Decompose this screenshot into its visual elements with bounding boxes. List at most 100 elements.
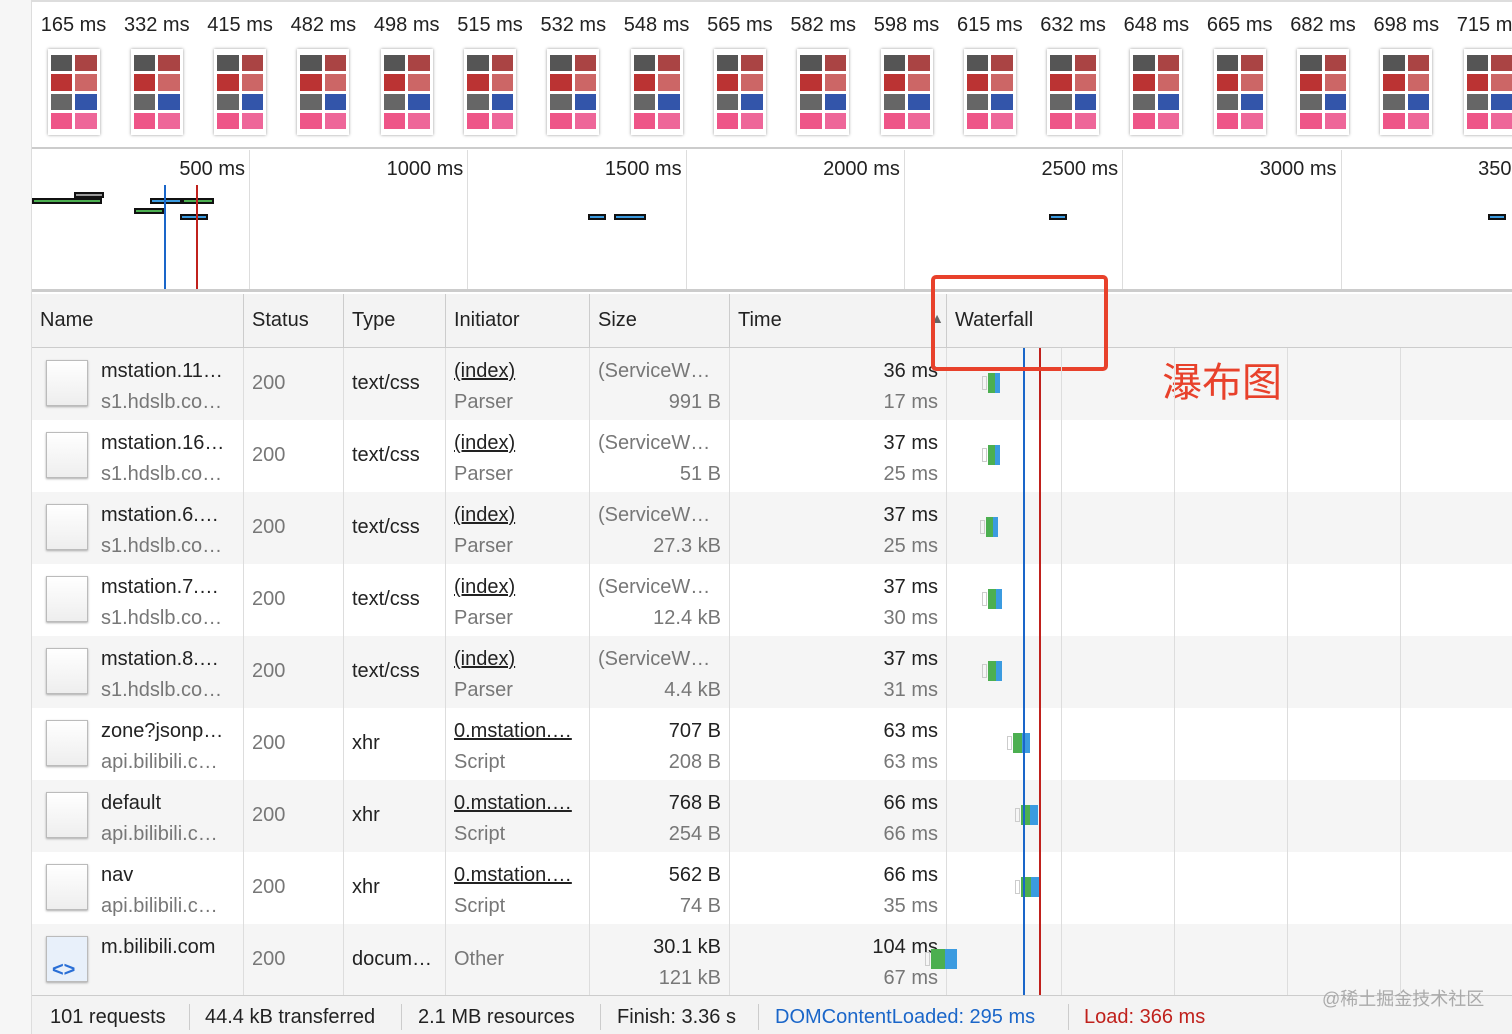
waterfall-download-bar[interactable]	[1030, 877, 1039, 897]
name-cell[interactable]: zone?jsonp… api.bilibili.c…	[32, 708, 244, 780]
frame-time: 565 ms	[707, 14, 773, 36]
waterfall-download-bar[interactable]	[1030, 805, 1038, 825]
name-cell[interactable]: mstation.6.… s1.hdslb.co…	[32, 492, 244, 564]
filmstrip-frame[interactable]: 632 ms	[1032, 2, 1115, 135]
initiator-type: Parser	[454, 607, 513, 629]
table-row[interactable]: default api.bilibili.c… 200 xhr 0.mstati…	[32, 780, 1512, 852]
table-row[interactable]: zone?jsonp… api.bilibili.c… 200 xhr 0.ms…	[32, 708, 1512, 780]
table-row[interactable]: <> m.bilibili.com 200 docum… Other 30.1 …	[32, 924, 1512, 996]
page-thumbnail	[214, 49, 267, 135]
initiator-link[interactable]: 0.mstation.…	[454, 860, 581, 891]
transferred-size: 44.4 kB transferred	[205, 1006, 376, 1028]
initiator-type: Parser	[454, 463, 513, 485]
table-row[interactable]: nav api.bilibili.c… 200 xhr 0.mstation.……	[32, 852, 1512, 924]
filmstrip-frame[interactable]: 598 ms	[865, 2, 948, 135]
request-name: nav	[101, 864, 134, 886]
waterfall-waiting-bar[interactable]	[988, 373, 995, 393]
name-cell[interactable]: mstation.8.… s1.hdslb.co…	[32, 636, 244, 708]
column-label: Time	[738, 309, 782, 331]
waterfall-download-bar[interactable]	[992, 517, 998, 537]
filmstrip-frame[interactable]: 582 ms	[782, 2, 865, 135]
waterfall-download-bar[interactable]	[945, 949, 957, 969]
request-domain: s1.hdslb.co…	[101, 679, 223, 701]
overview-tick: 3000 ms	[1124, 150, 1342, 289]
left-gutter	[0, 0, 32, 1034]
column-header-name[interactable]: Name	[32, 294, 244, 347]
overview-timeline[interactable]: 500 ms 1000 ms 1500 ms 2000 ms 2500 ms 3000 m…	[32, 150, 1512, 292]
frame-time: 482 ms	[290, 14, 357, 36]
frame-time: 682 ms	[1290, 14, 1356, 36]
waterfall-waiting-bar[interactable]	[988, 445, 995, 465]
waterfall-waiting-bar[interactable]	[931, 949, 946, 969]
page-thumbnail	[547, 49, 600, 135]
filmstrip-frame[interactable]: 698 ms	[1365, 2, 1448, 135]
name-cell[interactable]: mstation.11… s1.hdslb.co…	[32, 348, 244, 420]
time-latency: 31 ms	[883, 679, 938, 701]
filmstrip-frame[interactable]: 498 ms	[365, 2, 448, 135]
frame-time: 698 ms	[1373, 14, 1440, 36]
time-total: 37 ms	[883, 576, 938, 598]
type-cell: text/css	[344, 636, 446, 708]
name-cell[interactable]: mstation.16… s1.hdslb.co…	[32, 420, 244, 492]
initiator-link[interactable]: (index)	[454, 428, 581, 459]
filmstrip-frame[interactable]: 415 ms	[199, 2, 282, 135]
table-row[interactable]: mstation.16… s1.hdslb.co… 200 text/css (…	[32, 420, 1512, 492]
request-domain: s1.hdslb.co…	[101, 391, 223, 413]
filmstrip-frame[interactable]: 548 ms	[615, 2, 698, 135]
status-cell: 200	[244, 564, 344, 636]
filmstrip-frame[interactable]: 715 ms	[1448, 2, 1512, 135]
initiator-type: Script	[454, 895, 506, 917]
filmstrip-frame[interactable]: 648 ms	[1115, 2, 1198, 135]
initiator-link[interactable]: (index)	[454, 572, 581, 603]
waterfall-download-bar[interactable]	[994, 373, 1000, 393]
waterfall-download-bar[interactable]	[994, 445, 1000, 465]
initiator-link[interactable]: (index)	[454, 644, 581, 675]
column-header-type[interactable]: Type	[344, 294, 446, 347]
page-thumbnail	[963, 49, 1016, 135]
frame-time: 515 ms	[457, 14, 523, 36]
size-cell: 707 B 208 B	[590, 708, 730, 780]
waterfall-waiting-bar[interactable]	[988, 589, 996, 609]
column-header-status[interactable]: Status	[244, 294, 344, 347]
time-total: 37 ms	[883, 432, 938, 454]
column-label: Status	[252, 309, 309, 331]
waterfall-waiting-bar[interactable]	[1013, 733, 1023, 753]
request-domain: s1.hdslb.co…	[101, 607, 223, 629]
column-header-size[interactable]: Size	[590, 294, 730, 347]
name-cell[interactable]: mstation.7.… s1.hdslb.co…	[32, 564, 244, 636]
filmstrip-frame[interactable]: 515 ms	[449, 2, 532, 135]
filmstrip-frame[interactable]: 682 ms	[1282, 2, 1365, 135]
name-cell[interactable]: <> m.bilibili.com	[32, 924, 244, 996]
initiator-link[interactable]: 0.mstation.…	[454, 788, 581, 819]
name-cell[interactable]: default api.bilibili.c…	[32, 780, 244, 852]
filmstrip-frame[interactable]: 482 ms	[282, 2, 365, 135]
filmstrip-frame[interactable]: 532 ms	[532, 2, 615, 135]
column-header-time[interactable]: Time ▲	[730, 294, 947, 347]
time-cell: 104 ms 67 ms	[730, 924, 947, 996]
file-icon	[46, 360, 88, 406]
initiator-type: Script	[454, 751, 506, 773]
time-latency: 63 ms	[883, 751, 938, 773]
waterfall-download-bar[interactable]	[995, 661, 1002, 681]
filmstrip-frame[interactable]: 565 ms	[698, 2, 781, 135]
column-header-initiator[interactable]: Initiator	[446, 294, 590, 347]
filmstrip-frame[interactable]: 665 ms	[1198, 2, 1281, 135]
name-cell[interactable]: nav api.bilibili.c…	[32, 852, 244, 924]
time-latency: 35 ms	[883, 895, 938, 917]
table-row[interactable]: mstation.6.… s1.hdslb.co… 200 text/css (…	[32, 492, 1512, 564]
filmstrip-frame[interactable]: 615 ms	[948, 2, 1031, 135]
initiator-link[interactable]: (index)	[454, 356, 581, 387]
table-row[interactable]: mstation.8.… s1.hdslb.co… 200 text/css (…	[32, 636, 1512, 708]
filmstrip-frame[interactable]: 165 ms	[32, 2, 115, 135]
waterfall-waiting-bar[interactable]	[988, 661, 996, 681]
table-row[interactable]: mstation.7.… s1.hdslb.co… 200 text/css (…	[32, 564, 1512, 636]
page-thumbnail	[1130, 49, 1183, 135]
table-row[interactable]: mstation.11… s1.hdslb.co… 200 text/css (…	[32, 348, 1512, 420]
filmstrip-frame[interactable]: 332 ms	[115, 2, 198, 135]
waterfall-waiting-bar[interactable]	[986, 517, 993, 537]
initiator-link[interactable]: (index)	[454, 500, 581, 531]
frame-time: 165 ms	[40, 14, 107, 36]
size-transferred: (ServiceW…	[598, 648, 711, 670]
initiator-link[interactable]: 0.mstation.…	[454, 716, 581, 747]
waterfall-download-bar[interactable]	[995, 589, 1002, 609]
